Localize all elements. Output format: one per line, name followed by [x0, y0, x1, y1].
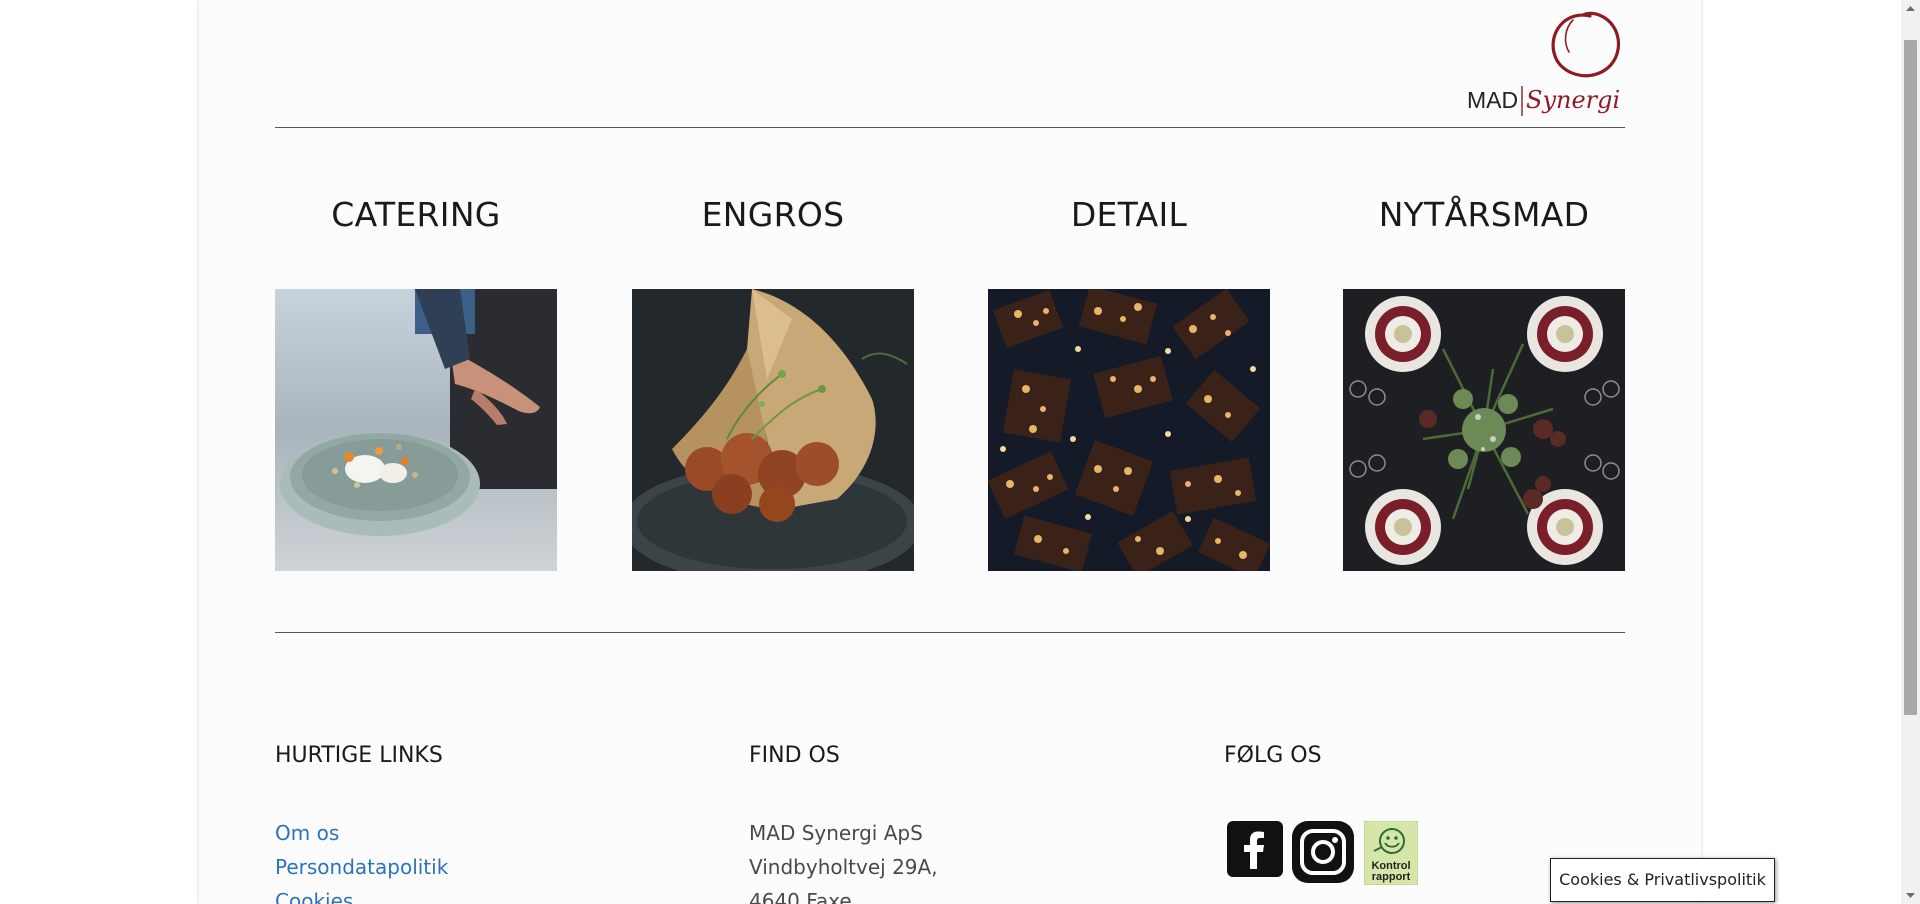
footer-heading-follow-us: FØLG OS	[1224, 743, 1322, 768]
catering-image-graphic	[275, 289, 557, 571]
address-company: MAD Synergi ApS	[749, 821, 923, 845]
address-block: MAD Synergi ApS Vindbyholtvej 29A, 4640 …	[749, 816, 938, 904]
kontrol-label-line2: rapport	[1372, 871, 1411, 883]
category-engros: ENGROS	[632, 190, 914, 571]
scroll-thumb[interactable]	[1904, 40, 1917, 715]
category-title-nytaarsmad[interactable]: NYTÅRSMAD	[1343, 190, 1625, 240]
footer-find-us: FIND OS MAD Synergi ApS Vindbyholtvej 29…	[749, 738, 938, 904]
kontrolrapport-smiley-icon[interactable]: Kontrol rapport	[1363, 820, 1419, 889]
content-divider	[275, 632, 1625, 633]
address-street: Vindbyholtvej 29A,	[749, 855, 938, 879]
footer-quick-links: HURTIGE LINKS Om os Persondatapolitik Co…	[275, 738, 448, 904]
category-title-catering[interactable]: CATERING	[275, 190, 557, 240]
almond-chocolate-bars-photo[interactable]	[988, 289, 1270, 571]
instagram-icon[interactable]	[1292, 821, 1354, 887]
cookie-privacy-button[interactable]: Cookies & Privatlivspolitik	[1550, 858, 1775, 902]
nytaarsmad-image-graphic	[1343, 289, 1625, 571]
quick-links-list: Om os Persondatapolitik Cookies	[275, 816, 448, 904]
catering-plate-photo[interactable]	[275, 289, 557, 571]
category-detail: DETAIL	[988, 190, 1270, 571]
engros-image-graphic	[632, 289, 914, 571]
mad-synergi-logo[interactable]: MAD Synergi	[1465, 4, 1627, 122]
new-year-table-setting-photo[interactable]	[1343, 289, 1625, 571]
logo-graphic: MAD Synergi	[1467, 11, 1620, 116]
vertical-scrollbar[interactable]	[1901, 0, 1920, 904]
link-cookies[interactable]: Cookies	[275, 884, 448, 904]
footer-heading-find-us: FIND OS	[749, 743, 840, 768]
scroll-up-arrow-icon[interactable]	[1901, 0, 1920, 17]
footer-heading-quick-links: HURTIGE LINKS	[275, 743, 443, 768]
category-catering: CATERING	[275, 190, 557, 571]
category-nytaarsmad: NYTÅRSMAD	[1343, 190, 1625, 571]
header-divider	[275, 127, 1625, 128]
logo-word-synergi: Synergi	[1526, 86, 1620, 114]
facebook-icon[interactable]	[1227, 821, 1283, 881]
browser-viewport: MAD Synergi CATERING ENGROS DETAIL NYTÅR…	[0, 0, 1920, 904]
detail-image-graphic	[988, 289, 1270, 571]
link-persondatapolitik[interactable]: Persondatapolitik	[275, 850, 448, 884]
fried-food-in-paper-photo[interactable]	[632, 289, 914, 571]
logo-word-mad: MAD	[1467, 87, 1518, 113]
footer-follow-us: FØLG OS	[1224, 738, 1322, 774]
category-title-engros[interactable]: ENGROS	[632, 190, 914, 240]
address-city: 4640 Faxe	[749, 889, 852, 904]
scroll-down-arrow-icon[interactable]	[1901, 887, 1920, 904]
link-om-os[interactable]: Om os	[275, 816, 448, 850]
category-title-detail[interactable]: DETAIL	[988, 190, 1270, 240]
